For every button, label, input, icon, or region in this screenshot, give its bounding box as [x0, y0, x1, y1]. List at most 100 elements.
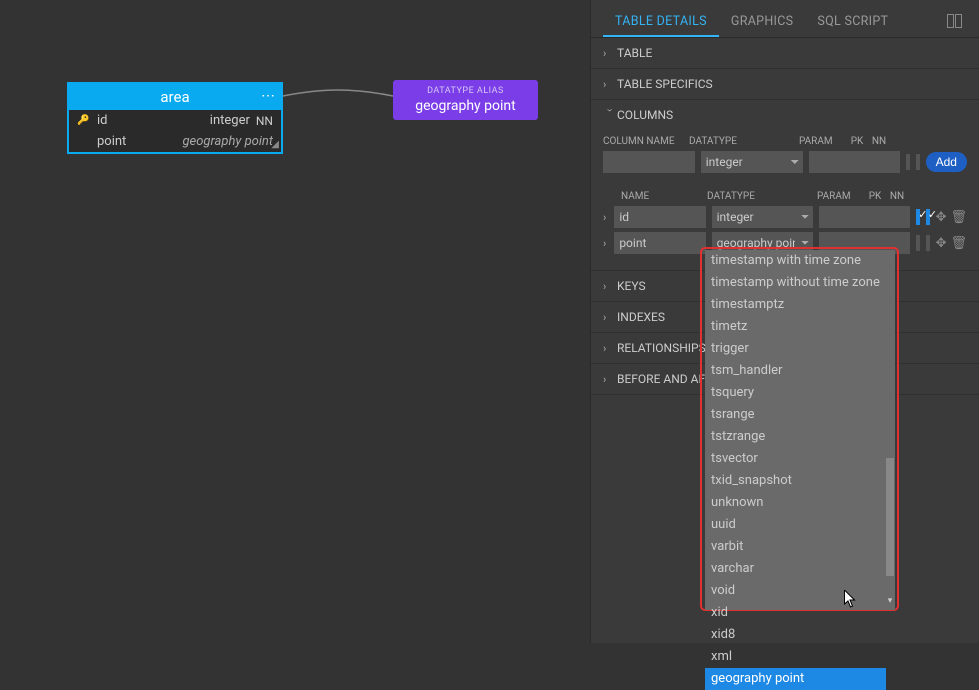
move-icon[interactable]: ✥	[936, 210, 947, 225]
dropdown-option[interactable]: tsm_handler	[705, 360, 886, 382]
section-title: KEYS	[617, 279, 646, 293]
scroll-down-icon[interactable]: ▾	[885, 596, 895, 610]
label-datatype: DATATYPE	[689, 136, 793, 147]
column-name-input[interactable]	[614, 206, 705, 228]
new-column-row: integer Add	[603, 151, 967, 173]
section-title: RELATIONSHIPS	[617, 341, 706, 355]
section-title: INDEXES	[617, 310, 665, 324]
datatype-dropdown-list[interactable]: timestamp with time zone timestamp witho…	[705, 250, 886, 610]
label-nn: NN	[871, 136, 887, 147]
chevron-right-icon: ›	[603, 342, 617, 355]
label-name: NAME	[621, 191, 701, 202]
dropdown-option[interactable]: tsquery	[705, 382, 886, 404]
section-title: COLUMNS	[617, 108, 673, 122]
section-title: TABLE	[617, 46, 652, 60]
dropdown-option[interactable]: timetz	[705, 316, 886, 338]
column-nn-checkbox[interactable]	[926, 209, 930, 225]
dropdown-option[interactable]: tsvector	[705, 448, 886, 470]
section-title: TABLE SPECIFICS	[617, 77, 713, 91]
datatype-alias-label: DATATYPE ALIAS	[401, 86, 530, 96]
chevron-right-icon: ›	[603, 47, 617, 60]
primary-key-icon: 🔑	[77, 115, 93, 126]
label-pk: PK	[867, 191, 883, 202]
dropdown-option[interactable]: void	[705, 580, 886, 602]
table-column-row[interactable]: point geography point ◢	[69, 131, 281, 152]
scrollbar-thumb[interactable]	[886, 458, 894, 576]
dropdown-option[interactable]: xid	[705, 602, 886, 624]
section-header-table[interactable]: › TABLE	[591, 38, 979, 68]
tab-graphics[interactable]: GRAPHICS	[719, 8, 806, 37]
dropdown-option[interactable]: varchar	[705, 558, 886, 580]
datatype-dropdown-annotation: timestamp with time zone timestamp witho…	[700, 247, 899, 611]
entity-column-name: point	[97, 134, 147, 149]
entity-column-type: geography point	[147, 134, 273, 149]
dropdown-option[interactable]: txid_snapshot	[705, 470, 886, 492]
label-param: PARAM	[817, 191, 861, 202]
chevron-right-icon[interactable]: ›	[603, 211, 606, 224]
existing-columns-header: NAME DATATYPE PARAM PK NN	[603, 191, 967, 202]
column-pk-checkbox[interactable]	[916, 209, 920, 225]
section-columns: › COLUMNS COLUMN NAME DATATYPE PARAM PK …	[591, 100, 979, 271]
resize-handle-icon[interactable]: ◢	[271, 139, 279, 150]
label-datatype: DATATYPE	[707, 191, 811, 202]
dropdown-option[interactable]: varbit	[705, 536, 886, 558]
dropdown-option[interactable]: tsrange	[705, 404, 886, 426]
table-entity-menu-icon[interactable]: ⋯	[261, 88, 275, 104]
column-pk-checkbox[interactable]	[916, 235, 920, 251]
dropdown-option[interactable]: tstzrange	[705, 426, 886, 448]
datatype-alias-node[interactable]: DATATYPE ALIAS geography point	[393, 80, 538, 120]
chevron-down-icon: ›	[604, 108, 617, 122]
label-nn: NN	[889, 191, 905, 202]
dropdown-option[interactable]: uuid	[705, 514, 886, 536]
dropdown-option[interactable]: xml	[705, 646, 886, 668]
dropdown-option-selected[interactable]: geography point	[705, 668, 886, 690]
table-entity-name: area	[160, 88, 189, 106]
label-param: PARAM	[799, 136, 843, 147]
panel-layout-icon[interactable]	[943, 10, 967, 36]
table-column-row[interactable]: 🔑 id integer NN	[69, 110, 281, 131]
add-column-button[interactable]: Add	[926, 152, 967, 172]
dropdown-option[interactable]: unknown	[705, 492, 886, 514]
new-column-pk-checkbox[interactable]	[906, 154, 910, 170]
delete-icon[interactable]: 🗑	[950, 236, 967, 251]
tab-table-details[interactable]: TABLE DETAILS	[603, 8, 719, 37]
move-icon[interactable]: ✥	[936, 236, 947, 251]
section-table: › TABLE	[591, 38, 979, 69]
column-name-input[interactable]	[614, 232, 705, 254]
chevron-right-icon[interactable]: ›	[603, 237, 606, 250]
table-entity-area[interactable]: area ⋯ 🔑 id integer NN point geography p…	[67, 82, 283, 154]
tab-sql-script[interactable]: SQL SCRIPT	[805, 8, 900, 37]
section-header-columns[interactable]: › COLUMNS	[591, 100, 979, 130]
column-form-header: COLUMN NAME DATATYPE PARAM PK NN	[603, 136, 967, 147]
column-param-input[interactable]	[819, 206, 910, 228]
chevron-right-icon: ›	[603, 78, 617, 91]
dropdown-option[interactable]: timestamp without time zone	[705, 272, 886, 294]
section-header-specifics[interactable]: › TABLE SPECIFICS	[591, 69, 979, 99]
new-column-param-input[interactable]	[809, 151, 901, 173]
entity-column-nn: NN	[256, 114, 273, 128]
new-column-nn-checkbox[interactable]	[916, 154, 920, 170]
canvas-area[interactable]: area ⋯ 🔑 id integer NN point geography p…	[0, 0, 590, 643]
table-entity-header[interactable]: area ⋯	[69, 84, 281, 110]
label-column-name: COLUMN NAME	[603, 136, 683, 147]
entity-column-type: integer	[147, 113, 250, 128]
chevron-right-icon: ›	[603, 280, 617, 293]
label-pk: PK	[849, 136, 865, 147]
new-column-datatype-select[interactable]: integer	[701, 151, 803, 173]
dropdown-scrollbar[interactable]: ▾	[885, 250, 895, 610]
dropdown-option[interactable]: timestamp with time zone	[705, 250, 886, 272]
delete-icon[interactable]: 🗑	[950, 210, 967, 225]
relation-connector	[283, 88, 393, 108]
new-column-name-input[interactable]	[603, 151, 695, 173]
chevron-right-icon: ›	[603, 311, 617, 324]
panel-tabs: TABLE DETAILS GRAPHICS SQL SCRIPT	[591, 0, 979, 38]
column-nn-checkbox[interactable]	[926, 235, 930, 251]
chevron-right-icon: ›	[603, 373, 617, 386]
column-datatype-select[interactable]: integer	[712, 206, 813, 228]
dropdown-option[interactable]: trigger	[705, 338, 886, 360]
datatype-alias-name: geography point	[401, 98, 530, 114]
column-row-id: › integer ✥ 🗑	[603, 206, 967, 228]
section-specifics: › TABLE SPECIFICS	[591, 69, 979, 100]
dropdown-option[interactable]: timestamptz	[705, 294, 886, 316]
entity-column-name: id	[97, 113, 147, 128]
